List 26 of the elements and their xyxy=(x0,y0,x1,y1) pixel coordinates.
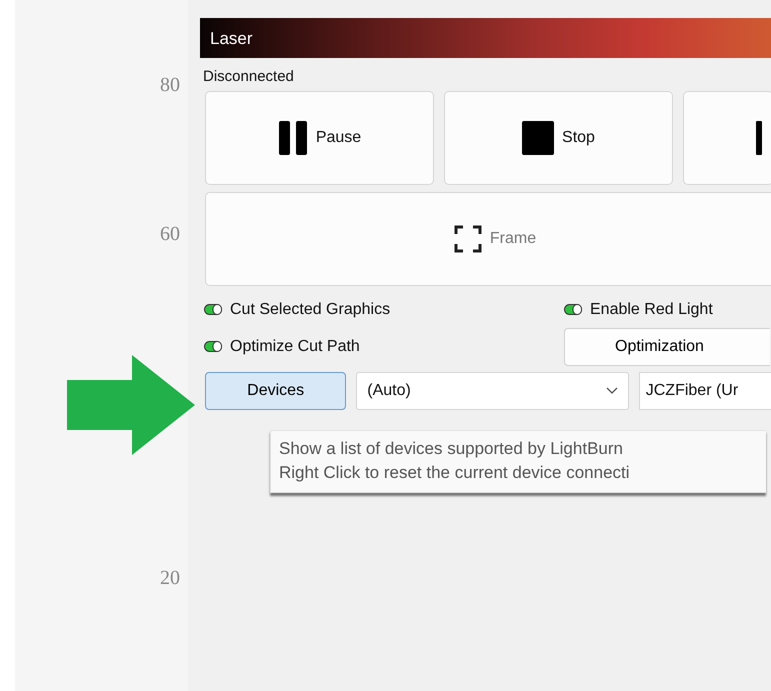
devices-button[interactable]: Devices xyxy=(205,372,346,410)
toggle-option[interactable]: Optimize Cut Path xyxy=(204,334,564,358)
toggle-option[interactable]: Enable Red Light xyxy=(564,298,770,322)
ruler-label: 60 xyxy=(160,222,180,247)
tooltip: Show a list of devices supported by LightBurn Right Click to reset the current device connecti xyxy=(270,430,766,493)
button-icon xyxy=(756,120,762,154)
ruler-label: 80 xyxy=(160,73,180,98)
chevron-down-icon xyxy=(606,387,618,394)
stop-icon xyxy=(522,120,554,154)
port-dropdown[interactable]: (Auto) xyxy=(356,372,629,410)
toggle-switch[interactable] xyxy=(204,304,222,315)
toggle-switch[interactable] xyxy=(204,341,222,352)
frame-button[interactable]: Frame xyxy=(205,192,771,286)
panel-title: Laser xyxy=(200,18,771,58)
stop-button[interactable]: Stop xyxy=(444,90,673,184)
toggle-option[interactable]: Cut Selected Graphics xyxy=(204,298,564,322)
optimization-button[interactable]: Optimization xyxy=(564,328,770,366)
arrow-icon xyxy=(67,355,195,455)
pause-icon xyxy=(278,120,308,154)
toggle-switch[interactable] xyxy=(564,304,582,315)
ruler-label: 20 xyxy=(160,566,180,591)
frame-icon xyxy=(454,224,482,252)
toolbar-button[interactable] xyxy=(683,90,771,184)
connection-status: Disconnected xyxy=(202,67,295,87)
device-field[interactable]: JCZFiber (Ur xyxy=(638,372,771,410)
pause-button[interactable]: Pause xyxy=(205,90,434,184)
